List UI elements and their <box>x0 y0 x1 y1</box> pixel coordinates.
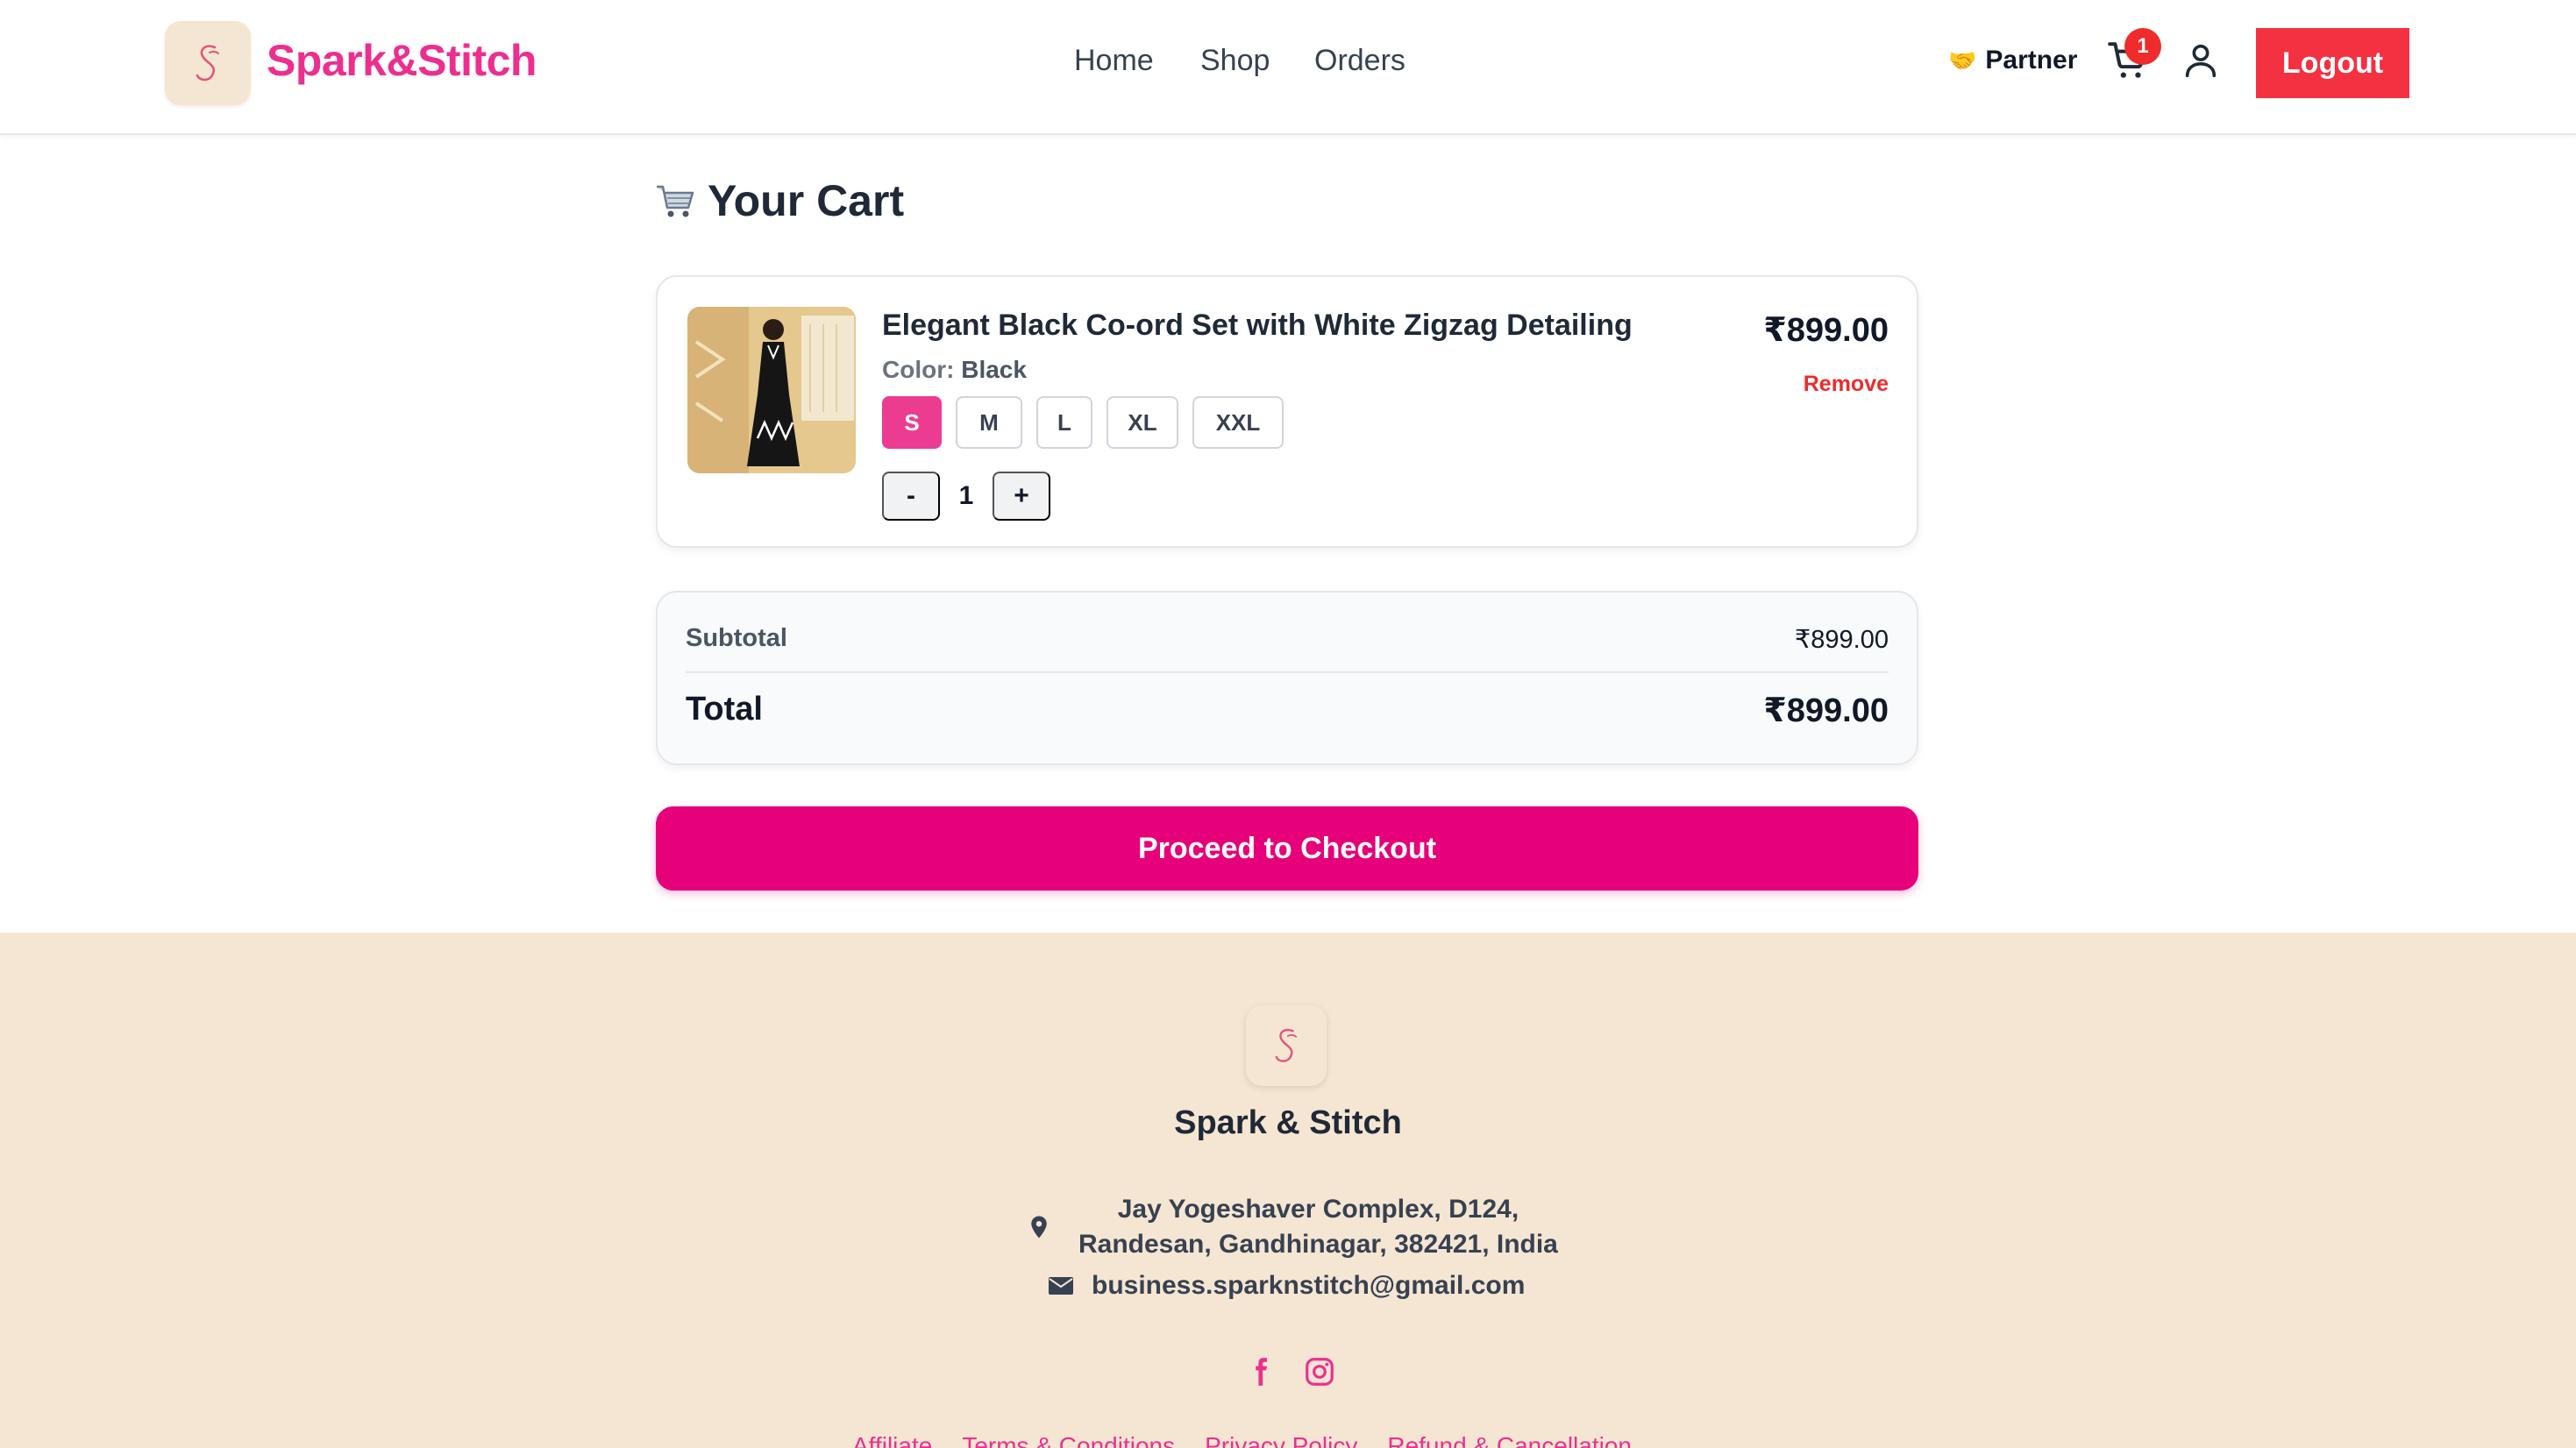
cart-item: Elegant Black Co-ord Set with White Zigz… <box>656 275 1918 548</box>
footer-links: Affiliate Terms & Conditions Privacy Pol… <box>852 1432 1632 1448</box>
nav-orders[interactable]: Orders <box>1314 44 1405 78</box>
checkout-button[interactable]: Proceed to Checkout <box>656 806 1918 891</box>
facebook-icon[interactable] <box>1243 1355 1277 1388</box>
product-price: ₹899.00 <box>1763 312 1889 349</box>
remove-button[interactable]: Remove <box>1804 372 1889 397</box>
order-summary: Subtotal ₹899.00 Total ₹899.00 <box>656 591 1918 765</box>
location-pin-icon <box>1031 1216 1047 1239</box>
total-value: ₹899.00 <box>1763 692 1889 729</box>
address-text: Jay Yogeshaver Complex, D124, Randesan, … <box>1078 1192 1558 1262</box>
size-option-s[interactable]: S <box>882 396 942 449</box>
footer-link-terms[interactable]: Terms & Conditions <box>962 1432 1175 1448</box>
footer-link-affiliate[interactable]: Affiliate <box>852 1432 932 1448</box>
increase-quantity-button[interactable]: + <box>993 472 1050 521</box>
quantity-stepper: - 1 + <box>882 472 1050 521</box>
page-title-text: Your Cart <box>708 176 905 225</box>
quantity-value: 1 <box>958 481 974 510</box>
instagram-icon[interactable] <box>1303 1355 1336 1388</box>
summary-divider <box>686 671 1889 673</box>
product-name[interactable]: Elegant Black Co-ord Set with White Zigz… <box>882 309 1633 343</box>
cart-count-badge: 1 <box>2124 28 2161 65</box>
logout-button[interactable]: Logout <box>2256 28 2409 98</box>
page-title: Your Cart <box>653 175 904 226</box>
footer-brand-name: Spark & Stitch <box>1174 1104 1402 1141</box>
size-option-xl[interactable]: XL <box>1107 396 1178 449</box>
footer-address: Jay Yogeshaver Complex, D124, Randesan, … <box>1026 1192 1558 1262</box>
size-selector: S M L XL XXL <box>882 396 1284 449</box>
size-option-l[interactable]: L <box>1036 396 1092 449</box>
social-links <box>1243 1355 1336 1388</box>
handshake-icon: 🤝 <box>1948 46 1977 74</box>
subtotal-label: Subtotal <box>686 624 787 652</box>
product-image[interactable] <box>687 307 856 473</box>
site-footer: Spark & Stitch Jay Yogeshaver Complex, D… <box>0 933 2576 1448</box>
logo-s-icon <box>1275 1028 1298 1062</box>
address-line-1: Jay Yogeshaver Complex, D124, <box>1117 1195 1519 1224</box>
user-icon <box>2185 44 2217 78</box>
product-photo-icon <box>687 307 856 473</box>
profile-button[interactable] <box>2181 40 2224 84</box>
size-option-xxl[interactable]: XXL <box>1192 396 1284 449</box>
total-label: Total <box>686 691 763 728</box>
email-address: business.sparknstitch@gmail.com <box>1092 1271 1526 1300</box>
envelope-icon <box>1049 1277 1073 1295</box>
nav-home[interactable]: Home <box>1074 44 1154 78</box>
footer-logo[interactable] <box>1246 1005 1327 1086</box>
subtotal-value: ₹899.00 <box>1794 626 1889 654</box>
address-line-2: Randesan, Gandhinagar, 382421, India <box>1078 1230 1558 1259</box>
decrease-quantity-button[interactable]: - <box>882 472 940 521</box>
color-label: Color: <box>882 356 955 383</box>
size-option-m[interactable]: M <box>956 396 1022 449</box>
color-value: Black <box>961 356 1027 383</box>
site-header: Spark&Stitch Home Shop Orders 🤝 Partner … <box>0 0 2576 135</box>
product-color: Color: Black <box>882 356 1027 384</box>
footer-link-refund[interactable]: Refund & Cancellation <box>1387 1432 1632 1448</box>
footer-link-privacy[interactable]: Privacy Policy <box>1205 1432 1357 1448</box>
partner-label: Partner <box>1985 46 2078 75</box>
shopping-cart-icon <box>657 185 694 217</box>
nav-shop[interactable]: Shop <box>1200 44 1270 78</box>
footer-email[interactable]: business.sparknstitch@gmail.com <box>1048 1271 1525 1301</box>
partner-link[interactable]: 🤝 Partner <box>1948 46 2077 75</box>
